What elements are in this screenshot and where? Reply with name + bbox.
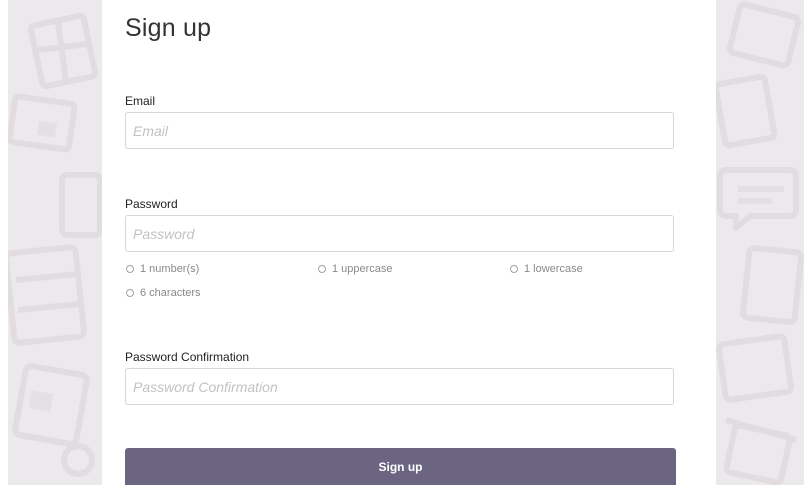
email-field[interactable] bbox=[125, 112, 674, 149]
password-rule-text: 1 number(s) bbox=[140, 263, 200, 275]
password-label: Password bbox=[125, 197, 178, 211]
password-rule-length: 6 characters bbox=[126, 287, 201, 299]
radio-circle-icon bbox=[126, 265, 134, 273]
password-rule-text: 1 lowercase bbox=[524, 263, 583, 275]
password-rule-uppercase: 1 uppercase bbox=[318, 263, 393, 275]
sign-up-button[interactable]: Sign up bbox=[125, 448, 676, 485]
password-rule-text: 6 characters bbox=[140, 287, 201, 299]
password-rule-lowercase: 1 lowercase bbox=[510, 263, 583, 275]
radio-circle-icon bbox=[126, 289, 134, 297]
background-pattern-right bbox=[716, 0, 804, 485]
background-pattern-icon bbox=[716, 1, 804, 485]
password-rule-number: 1 number(s) bbox=[126, 263, 199, 275]
password-confirmation-field[interactable] bbox=[125, 368, 674, 405]
background-pattern-left bbox=[8, 0, 102, 485]
radio-circle-icon bbox=[318, 265, 326, 273]
page: Sign up Email Password 1 number(s) 1 upp… bbox=[0, 0, 804, 485]
email-label: Email bbox=[125, 94, 156, 108]
radio-circle-icon bbox=[510, 265, 518, 273]
password-rule-text: 1 uppercase bbox=[332, 263, 393, 275]
password-confirmation-label: Password Confirmation bbox=[125, 350, 250, 364]
page-title: Sign up bbox=[125, 14, 212, 42]
background-pattern-icon bbox=[8, 12, 102, 477]
password-field[interactable] bbox=[125, 215, 674, 252]
signup-form: Sign up Email Password 1 number(s) 1 upp… bbox=[102, 0, 716, 485]
